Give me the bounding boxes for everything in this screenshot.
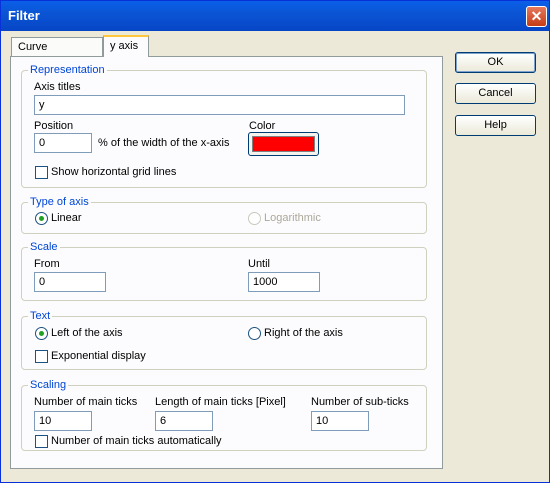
from-label: From: [34, 258, 60, 270]
scaling-legend: Scaling: [28, 379, 69, 392]
tick-length-input[interactable]: 6: [155, 411, 213, 431]
axis-titles-input[interactable]: y: [34, 95, 405, 115]
auto-main-ticks-checkbox[interactable]: [35, 435, 48, 448]
color-swatch: [252, 136, 315, 152]
representation-legend: Representation: [28, 64, 107, 77]
cancel-button[interactable]: Cancel: [455, 83, 536, 104]
left-of-axis-radio[interactable]: [35, 327, 48, 340]
title-bar[interactable]: Filter ✕: [1, 1, 549, 31]
logarithmic-label: Logarithmic: [264, 212, 321, 224]
logarithmic-radio[interactable]: [248, 212, 261, 225]
exponential-display-checkbox[interactable]: [35, 350, 48, 363]
scale-legend: Scale: [28, 241, 60, 254]
position-unit-label: % of the width of the x-axis: [98, 137, 230, 149]
position-label: Position: [34, 120, 74, 132]
right-of-axis-label: Right of the axis: [264, 327, 343, 339]
exponential-display-label: Exponential display: [51, 350, 146, 362]
right-of-axis-radio[interactable]: [248, 327, 261, 340]
tab-y-axis-label: y axis: [110, 40, 139, 52]
until-input[interactable]: 1000: [248, 272, 320, 292]
text-legend: Text: [28, 310, 53, 323]
linear-label: Linear: [51, 212, 82, 224]
left-of-axis-label: Left of the axis: [51, 327, 123, 339]
sub-ticks-label: Number of sub-ticks: [311, 396, 409, 408]
tab-curve-parameters[interactable]: Curve parameters: [11, 37, 103, 71]
sub-ticks-input[interactable]: 10: [311, 411, 369, 431]
auto-main-ticks-label: Number of main ticks automatically: [51, 435, 222, 447]
close-icon[interactable]: ✕: [526, 6, 547, 27]
linear-radio[interactable]: [35, 212, 48, 225]
filter-dialog: Filter ✕ Curve parameters y axis Represe…: [0, 0, 550, 483]
main-ticks-input[interactable]: 10: [34, 411, 92, 431]
window-title: Filter: [8, 8, 40, 23]
position-input[interactable]: 0: [34, 133, 92, 153]
color-picker-button[interactable]: [248, 132, 319, 156]
type-of-axis-legend: Type of axis: [28, 196, 91, 209]
ok-button[interactable]: OK: [455, 52, 536, 73]
tab-y-axis[interactable]: y axis: [103, 35, 149, 57]
tick-length-label: Length of main ticks [Pixel]: [155, 396, 286, 408]
until-label: Until: [248, 258, 271, 270]
main-ticks-label: Number of main ticks: [34, 396, 138, 408]
help-button[interactable]: Help: [455, 115, 536, 136]
show-grid-label: Show horizontal grid lines: [51, 166, 177, 178]
from-input[interactable]: 0: [34, 272, 106, 292]
axis-titles-label: Axis titles: [34, 81, 81, 93]
y-axis-panel: Representation Axis titles y Position 0 …: [10, 56, 443, 469]
show-grid-checkbox[interactable]: [35, 166, 48, 179]
